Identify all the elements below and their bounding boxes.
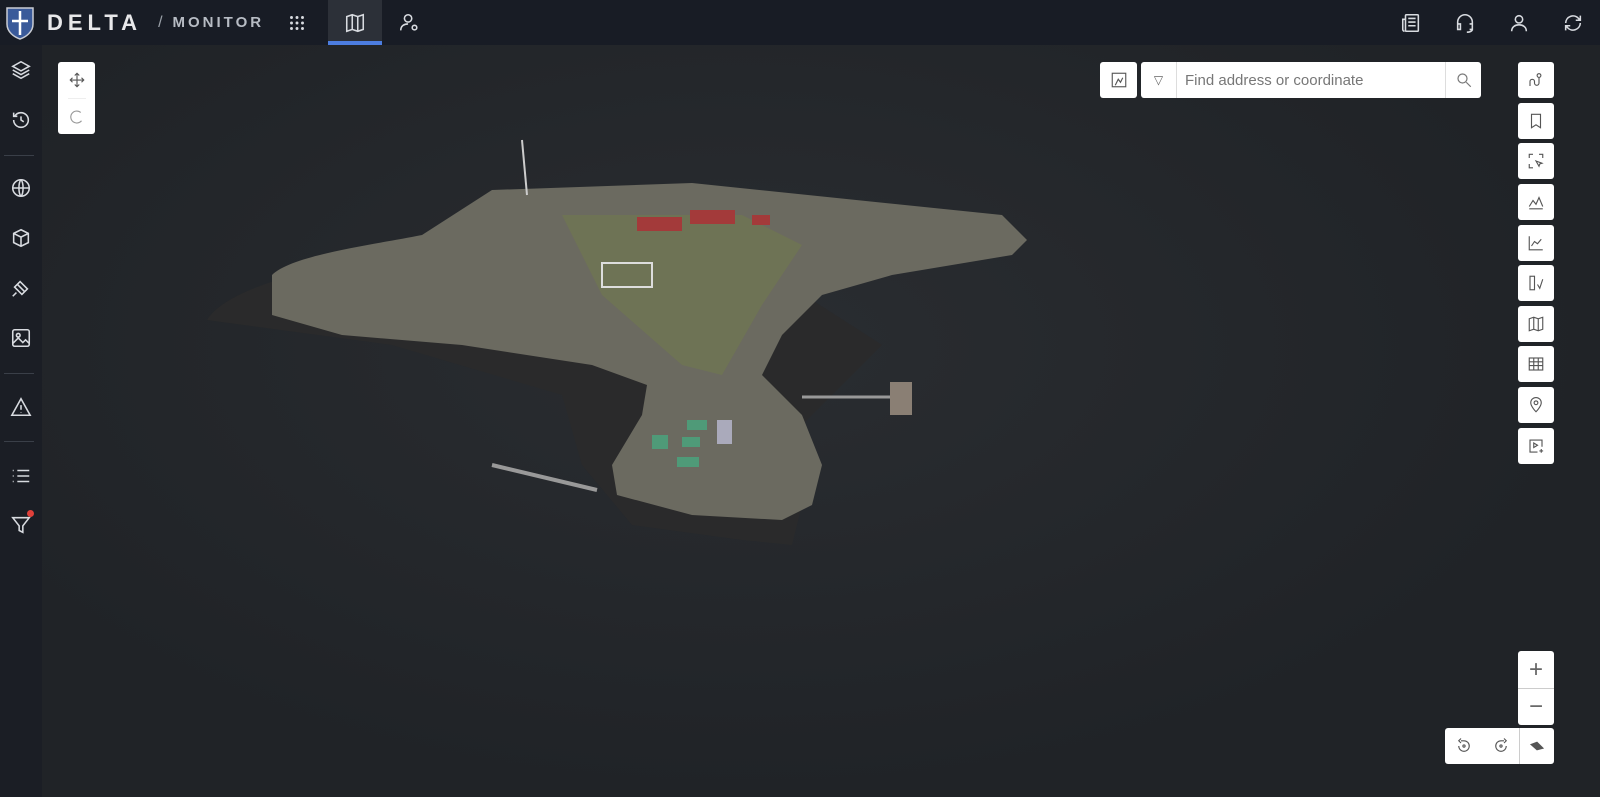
apps-grid-icon[interactable]	[272, 0, 322, 45]
island-3d-model	[207, 139, 1027, 545]
delta-logo	[6, 6, 34, 40]
divider	[4, 155, 34, 156]
tab-map[interactable]	[328, 0, 383, 45]
route-tool-button[interactable]	[1518, 62, 1554, 98]
warning-icon[interactable]	[4, 390, 38, 424]
select-area-button[interactable]	[1518, 143, 1554, 179]
sync-icon[interactable]	[1546, 0, 1600, 45]
basemap-toggle-button[interactable]	[1100, 62, 1137, 98]
left-sidebar	[0, 45, 42, 797]
navigation-mode-panel	[58, 62, 95, 134]
tilt-view-icon[interactable]	[1519, 728, 1554, 764]
zoom-controls: + −	[1518, 651, 1554, 725]
top-bar: DELTA / MONITOR	[0, 0, 1600, 45]
table-button[interactable]	[1518, 346, 1554, 382]
cube-icon[interactable]	[4, 221, 38, 255]
terrain-profile-button[interactable]	[1518, 184, 1554, 220]
map-button[interactable]	[1518, 306, 1554, 342]
location-pin-button[interactable]	[1518, 387, 1554, 423]
breadcrumb-separator: /	[158, 13, 163, 31]
brand-name: DELTA	[47, 9, 143, 35]
module-name: MONITOR	[172, 14, 265, 31]
layers-icon[interactable]	[4, 53, 38, 87]
search-bar: ▽	[1141, 62, 1481, 98]
notification-dot	[27, 510, 34, 517]
search-icon	[1456, 73, 1471, 88]
measure-button[interactable]	[1518, 265, 1554, 301]
rotate-icon[interactable]	[67, 98, 86, 134]
search-input[interactable]	[1177, 71, 1445, 89]
bookmark-button[interactable]	[1518, 103, 1554, 139]
tab-users-settings[interactable]	[382, 0, 436, 45]
search-button[interactable]	[1445, 62, 1481, 98]
divider	[4, 373, 34, 374]
filter-icon[interactable]	[4, 508, 38, 542]
users-gear-icon	[400, 13, 418, 31]
view-rotation-controls	[1445, 728, 1554, 764]
3d-map-viewport[interactable]	[42, 45, 1600, 797]
support-headset-icon[interactable]	[1438, 0, 1492, 45]
map-icon	[346, 13, 365, 32]
zoom-out-button[interactable]: −	[1518, 688, 1554, 725]
divider	[4, 441, 34, 442]
user-account-icon[interactable]	[1492, 0, 1546, 45]
elevation-chart-button[interactable]	[1518, 225, 1554, 261]
pan-move-icon[interactable]	[68, 62, 86, 98]
rotate-left-icon[interactable]	[1445, 737, 1482, 755]
news-icon[interactable]	[1384, 0, 1438, 45]
add-video-button[interactable]	[1518, 428, 1554, 464]
search-type-dropdown[interactable]: ▽	[1141, 62, 1177, 98]
rotate-right-icon[interactable]	[1482, 737, 1519, 755]
image-icon[interactable]	[4, 321, 38, 355]
zoom-in-button[interactable]: +	[1518, 651, 1554, 688]
history-icon[interactable]	[4, 103, 38, 137]
globe-icon[interactable]	[4, 171, 38, 205]
list-icon[interactable]	[4, 459, 38, 493]
satellite-icon[interactable]	[4, 271, 38, 305]
